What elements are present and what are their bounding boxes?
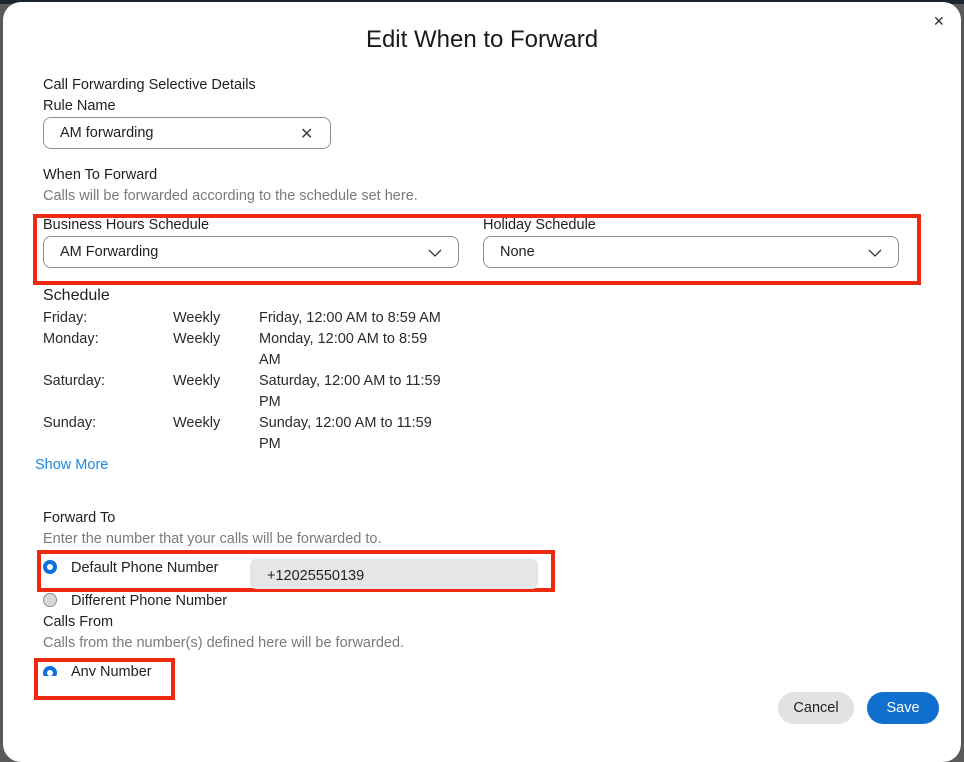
default-phone-label[interactable]: Default Phone Number (71, 560, 219, 576)
schedule-day: Saturday: (43, 373, 106, 389)
holiday-schedule-value: None (500, 244, 535, 260)
show-more-link[interactable]: Show More (35, 457, 108, 473)
schedule-time: Friday, 12:00 AM to 8:59 AM (259, 310, 441, 326)
dialog-title: Edit When to Forward (365, 26, 599, 53)
schedule-recurrence: Weekly (173, 310, 221, 326)
schedule-time: Monday, 12:00 AM to 8:59 AM (259, 331, 428, 368)
section-title-details: Call Forwarding Selective Details (43, 77, 256, 93)
business-hours-label: Business Hours Schedule (43, 217, 210, 233)
default-phone-number-field: +12025550139 (250, 559, 538, 589)
different-phone-radio[interactable] (43, 593, 57, 607)
schedule-time: Sunday, 12:00 AM to 11:59 PM (259, 415, 432, 452)
holiday-schedule-select[interactable]: None (483, 236, 899, 268)
schedule-title: Schedule (43, 287, 110, 304)
schedule-recurrence: Weekly (173, 331, 221, 347)
clear-icon[interactable]: ✕ (300, 124, 313, 144)
schedule-day: Sunday: (43, 415, 97, 431)
calls-from-description: Calls from the number(s) defined here wi… (43, 635, 405, 651)
business-hours-value: AM Forwarding (60, 244, 159, 260)
schedule-recurrence: Weekly (173, 373, 221, 389)
rule-name-label: Rule Name (43, 98, 116, 114)
different-phone-label[interactable]: Different Phone Number (71, 593, 227, 609)
default-phone-number: +12025550139 (267, 568, 365, 584)
rule-name-input[interactable]: AM forwarding ✕ (43, 117, 331, 149)
schedule-recurrence: Weekly (173, 415, 221, 431)
calls-from-highlight-box (34, 658, 175, 700)
cancel-button[interactable]: Cancel (778, 692, 854, 724)
holiday-schedule-label: Holiday Schedule (483, 217, 596, 233)
forward-to-description: Enter the number that your calls will be… (43, 531, 382, 547)
chevron-down-icon (868, 249, 882, 257)
default-phone-radio[interactable] (43, 560, 57, 574)
close-icon[interactable]: ✕ (933, 13, 945, 30)
when-to-forward-description: Calls will be forwarded according to the… (43, 188, 418, 204)
schedule-time: Saturday, 12:00 AM to 11:59 PM (259, 373, 441, 410)
rule-name-value: AM forwarding (60, 125, 154, 141)
schedule-day: Friday: (43, 310, 88, 326)
edit-when-to-forward-dialog: Edit When to Forward ✕ Call Forwarding S… (3, 2, 961, 762)
save-button[interactable]: Save (867, 692, 939, 724)
business-hours-select[interactable]: AM Forwarding (43, 236, 459, 268)
calls-from-title: Calls From (43, 614, 114, 630)
chevron-down-icon (428, 249, 442, 257)
forward-to-title: Forward To (43, 510, 116, 526)
when-to-forward-title: When To Forward (43, 167, 158, 183)
schedule-day: Monday: (43, 331, 99, 347)
